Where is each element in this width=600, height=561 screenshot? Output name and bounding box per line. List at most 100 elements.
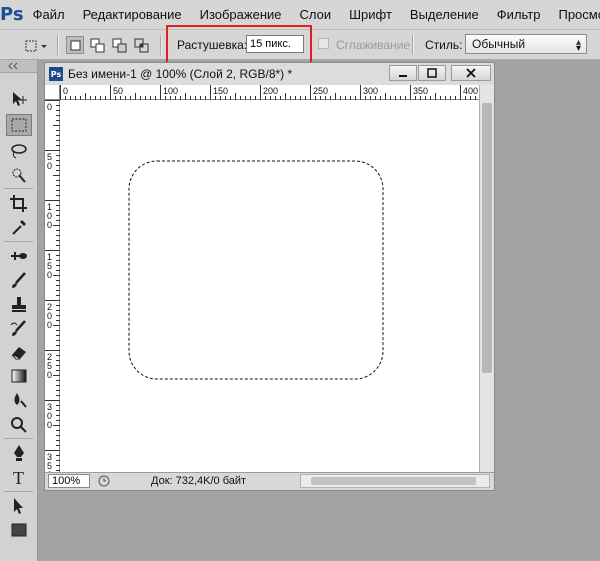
move-icon <box>13 92 27 106</box>
lasso-icon <box>11 144 27 159</box>
vertical-ruler-ticks: 050100150200250300350 <box>45 100 60 480</box>
subtract-selection-button[interactable] <box>110 36 128 54</box>
gradient-icon <box>11 369 27 383</box>
ruler-v-label: 0 <box>47 320 52 330</box>
stamp-icon <box>12 297 26 312</box>
vertical-scrollbar[interactable] <box>479 85 494 472</box>
healing-tool[interactable] <box>6 245 32 267</box>
shape-icon <box>11 523 27 537</box>
ruler-v-label: 0 <box>47 161 52 171</box>
divider <box>412 35 414 55</box>
quick-select-tool[interactable] <box>6 164 32 186</box>
style-select-value: Обычный <box>472 37 526 51</box>
ruler-h-label: 300 <box>363 86 378 96</box>
dodge-icon <box>11 417 27 433</box>
maximize-icon <box>427 68 437 78</box>
ruler-h-label: 0 <box>63 86 68 96</box>
ruler-v-label: 0 <box>47 102 52 112</box>
document-titlebar[interactable]: Ps Без имени-1 @ 100% (Слой 2, RGB/8*) * <box>45 63 494 85</box>
ruler-h-label: 150 <box>213 86 228 96</box>
horizontal-scrollbar-thumb[interactable] <box>311 477 476 485</box>
brush-icon <box>12 272 26 288</box>
ruler-h-label: 100 <box>163 86 178 96</box>
workspace-background <box>495 60 600 561</box>
horizontal-ruler[interactable]: 0 50 100 150 200 250 300 350 400 <box>60 85 479 100</box>
eraser-icon <box>11 347 26 360</box>
vertical-ruler[interactable]: 050100150200250300350 <box>45 100 60 480</box>
divider <box>57 35 59 55</box>
marquee-preset-icon <box>25 40 47 52</box>
svg-text:T: T <box>13 468 24 486</box>
ruler-h-label: 350 <box>413 86 428 96</box>
eyedropper-tool[interactable] <box>6 216 32 238</box>
add-selection-button[interactable] <box>88 36 106 54</box>
dodge-tool[interactable] <box>6 413 32 435</box>
intersect-selection-button[interactable] <box>132 36 150 54</box>
tools-panel: T <box>0 60 38 561</box>
menu-view[interactable]: Просмотр <box>549 7 600 22</box>
close-button[interactable] <box>451 65 491 81</box>
intersect-selection-icon <box>134 38 149 53</box>
document-title: Без имени-1 @ 100% (Слой 2, RGB/8*) * <box>68 67 293 81</box>
minimize-icon <box>399 75 407 77</box>
menu-type[interactable]: Шрифт <box>340 7 401 22</box>
ps-document-icon: Ps <box>49 67 63 81</box>
menu-layers[interactable]: Слои <box>291 7 341 22</box>
status-bar: Док: 732,4K/0 байт <box>45 472 494 490</box>
horizontal-scrollbar[interactable] <box>300 474 490 488</box>
eyedropper-icon <box>12 220 26 235</box>
stamp-tool[interactable] <box>6 293 32 315</box>
blur-icon <box>14 393 27 408</box>
add-selection-icon <box>90 38 105 53</box>
type-tool[interactable]: T <box>6 466 32 488</box>
menu-select[interactable]: Выделение <box>401 7 488 22</box>
quick-select-icon <box>12 168 26 183</box>
pen-tool[interactable] <box>6 442 32 464</box>
ruler-v-label: 0 <box>47 220 52 230</box>
marquee-icon <box>11 118 27 132</box>
menu-filter[interactable]: Фильтр <box>488 7 550 22</box>
crop-tool[interactable] <box>6 192 32 214</box>
minimize-button[interactable] <box>389 65 417 81</box>
gradient-tool[interactable] <box>6 365 32 387</box>
ruler-v-label: 0 <box>47 420 52 430</box>
new-selection-icon <box>70 40 81 51</box>
ruler-h-label: 50 <box>113 86 123 96</box>
vertical-scrollbar-thumb[interactable] <box>482 103 492 373</box>
tool-preset-picker[interactable] <box>22 36 48 54</box>
collapse-arrows-icon <box>8 62 18 70</box>
move-tool[interactable] <box>6 88 32 110</box>
divider <box>4 188 33 189</box>
zoom-field[interactable] <box>48 474 90 488</box>
brush-tool[interactable] <box>6 269 32 291</box>
menu-image[interactable]: Изображение <box>191 7 291 22</box>
lasso-tool[interactable] <box>6 140 32 162</box>
path-select-tool[interactable] <box>6 495 32 517</box>
tools-panel-grip[interactable] <box>0 60 37 73</box>
path-select-icon <box>14 498 23 514</box>
marquee-tool[interactable] <box>6 114 32 136</box>
ruler-v-label: 0 <box>47 370 52 380</box>
maximize-button[interactable] <box>418 65 446 81</box>
healing-icon <box>11 252 27 260</box>
subtract-selection-icon <box>112 38 127 53</box>
menu-edit[interactable]: Редактирование <box>74 7 191 22</box>
divider <box>4 438 33 439</box>
shape-tool[interactable] <box>6 519 32 541</box>
ruler-v-label: 0 <box>47 270 52 280</box>
ruler-corner[interactable] <box>45 85 60 100</box>
crop-icon <box>10 195 27 212</box>
divider <box>160 35 162 55</box>
ruler-h-label: 400 <box>463 86 478 96</box>
down-arrow-icon: ▾ <box>575 43 581 54</box>
menu-file[interactable]: Файл <box>24 7 74 22</box>
antialias-checkbox[interactable] <box>318 38 329 49</box>
style-select[interactable]: Обычный ▴ ▾ <box>465 34 587 54</box>
history-brush-tool[interactable] <box>6 317 32 339</box>
blur-tool[interactable] <box>6 389 32 411</box>
status-menu-button[interactable] <box>97 474 111 488</box>
eraser-tool[interactable] <box>6 341 32 363</box>
new-selection-button[interactable] <box>66 36 84 54</box>
canvas[interactable] <box>60 100 479 472</box>
selection-marquee <box>128 160 384 380</box>
